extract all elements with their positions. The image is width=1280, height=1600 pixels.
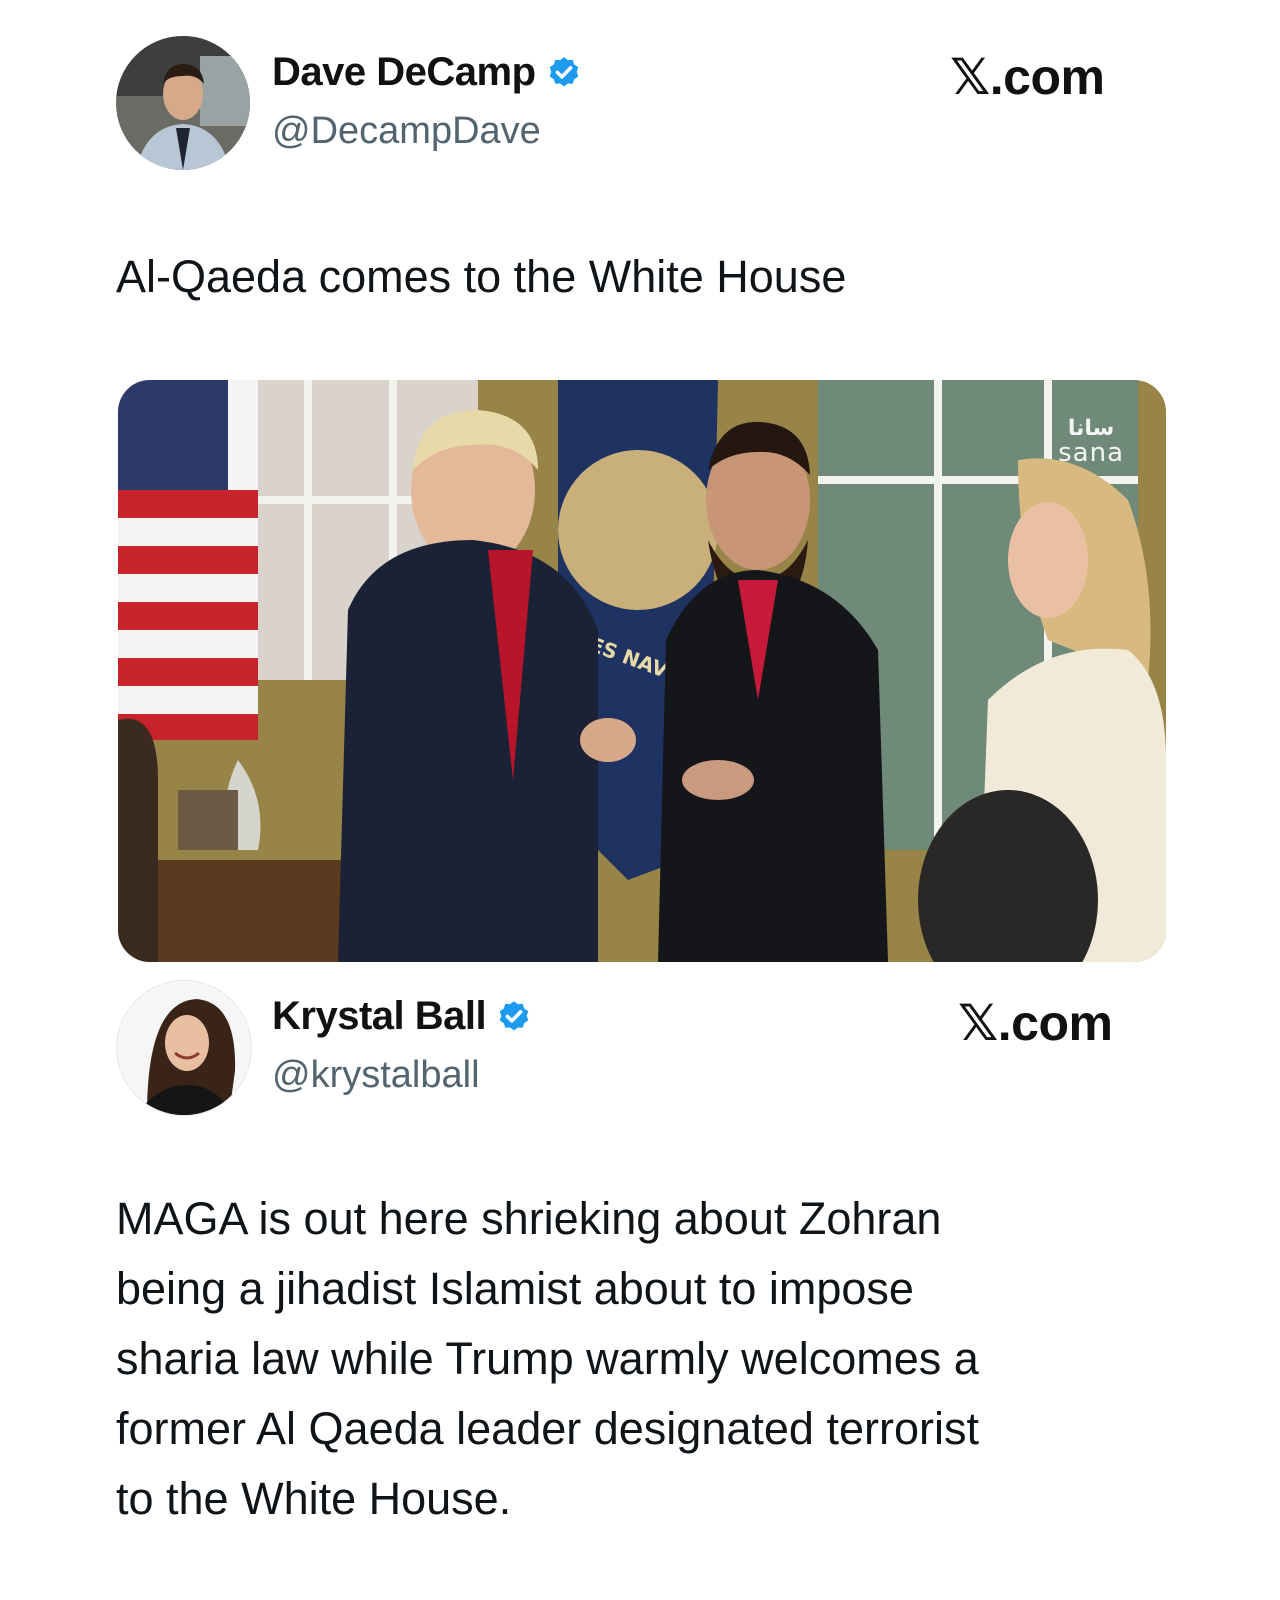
sana-watermark-latin: sana bbox=[1058, 438, 1124, 468]
sana-watermark: سانا sana bbox=[1058, 416, 1124, 468]
tweet-text-line: former Al Qaeda leader designated terror… bbox=[116, 1403, 979, 1454]
display-name[interactable]: Dave DeCamp bbox=[272, 50, 536, 95]
verified-badge-icon bbox=[549, 56, 578, 86]
tweet-text-line: sharia law while Trump warmly welcomes a bbox=[116, 1333, 979, 1384]
tweet-krystal-ball: Krystal Ball @krystalball 𝕏.com MAGA is … bbox=[0, 980, 1280, 1600]
verified-badge-icon bbox=[499, 1000, 529, 1030]
tweet-text-line: being a jihadist Islamist about to impos… bbox=[116, 1263, 914, 1314]
source-label: 𝕏.com bbox=[958, 995, 1113, 1051]
tweet-text: MAGA is out here shrieking about Zohran … bbox=[116, 1184, 979, 1534]
tweet-photo[interactable]: ES NAVY سانا sana bbox=[118, 380, 1166, 962]
tweet-dave-decamp: Dave DeCamp @DecampDave 𝕏.com Al-Qaeda c… bbox=[0, 0, 1280, 980]
handle[interactable]: @krystalball bbox=[272, 1054, 480, 1097]
sana-watermark-arabic: سانا bbox=[1067, 416, 1115, 441]
handle[interactable]: @DecampDave bbox=[272, 110, 541, 153]
avatar[interactable] bbox=[116, 36, 250, 170]
source-label: 𝕏.com bbox=[950, 49, 1105, 105]
display-name[interactable]: Krystal Ball bbox=[272, 994, 487, 1039]
tweet-text-line: to the White House. bbox=[116, 1473, 512, 1524]
tweet-text-line: MAGA is out here shrieking about Zohran bbox=[116, 1193, 942, 1244]
tweet-text: Al-Qaeda comes to the White House bbox=[116, 251, 847, 302]
avatar-woman-icon bbox=[117, 981, 251, 1115]
avatar[interactable] bbox=[116, 980, 252, 1116]
oval-office-photo: ES NAVY bbox=[118, 380, 1166, 962]
us-flag bbox=[118, 380, 258, 740]
avatar-man-icon bbox=[116, 36, 250, 170]
